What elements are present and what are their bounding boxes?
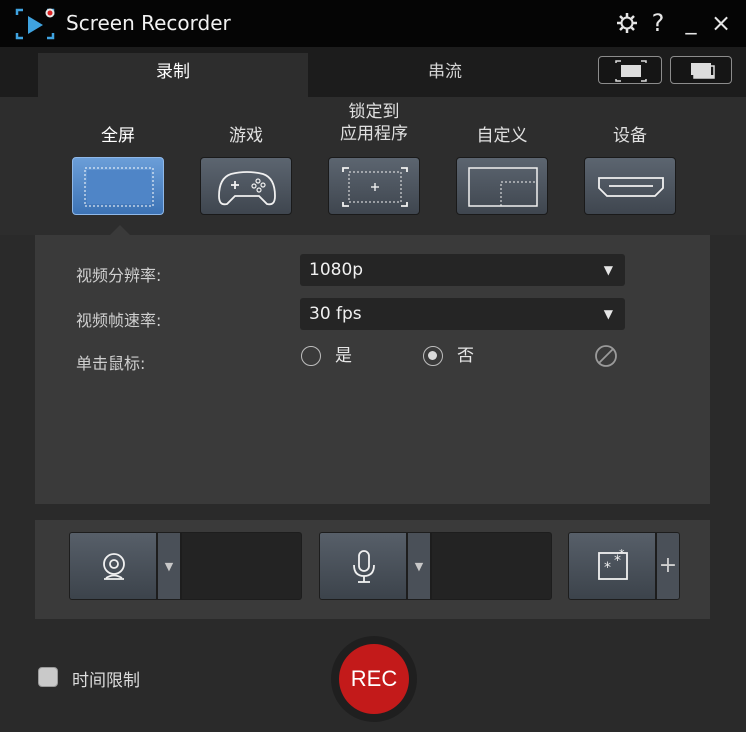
add-source-button[interactable]: +: [656, 532, 680, 600]
close-button[interactable]: ×: [708, 8, 734, 38]
click-no-label: 否: [457, 346, 474, 366]
microphone-dropdown-button[interactable]: ▼: [407, 532, 431, 600]
title-bar: Screen Recorder ? _ ×: [0, 0, 746, 47]
mode-label: 自定义: [476, 126, 528, 146]
click-yes-label: 是: [335, 346, 352, 366]
lock-to-app-icon[interactable]: [328, 157, 420, 215]
mode-label: 全屏: [101, 126, 135, 146]
resolution-label: 视频分辨率:: [76, 266, 162, 285]
mode-label: 游戏: [229, 126, 263, 146]
help-button[interactable]: ?: [648, 8, 668, 38]
time-limit-label: 时间限制: [72, 671, 140, 691]
svg-text:*: *: [604, 560, 611, 576]
framerate-label: 视频帧速率:: [76, 311, 162, 330]
resolution-value: 1080p: [309, 260, 364, 280]
tab-stream[interactable]: 串流: [310, 53, 580, 97]
capture-mode-selector: 全屏 游戏 锁定到 应用程序 自定义 设备: [0, 97, 746, 235]
mouse-click-label: 单击鼠标:: [76, 354, 146, 373]
click-yes-radio[interactable]: [301, 346, 321, 366]
tab-record[interactable]: 录制: [38, 53, 308, 97]
app-title: Screen Recorder: [66, 11, 231, 35]
tab-bar: 录制 串流: [0, 47, 746, 97]
microphone-device-field[interactable]: [431, 532, 552, 600]
svg-text:*: *: [619, 547, 625, 560]
custom-area-icon[interactable]: [456, 157, 548, 215]
time-limit-checkbox[interactable]: [38, 667, 58, 687]
gear-icon[interactable]: [614, 8, 640, 38]
resolution-dropdown[interactable]: 1080p ▼: [300, 254, 625, 286]
full-view-button[interactable]: [598, 56, 662, 84]
app-logo-icon: [15, 8, 55, 40]
minimize-button[interactable]: _: [680, 8, 702, 38]
mini-view-icon: [691, 63, 715, 79]
mode-label: 锁定到 应用程序: [340, 102, 408, 144]
hdmi-device-icon[interactable]: [584, 157, 676, 215]
settings-panel: 视频分辨率: 1080p ▼ 视频帧速率: 30 fps ▼ 单击鼠标: 是 否: [35, 235, 710, 504]
webcam-device-field[interactable]: [181, 532, 302, 600]
disabled-icon: [595, 345, 617, 367]
microphone-icon: [353, 550, 375, 583]
mode-label: 设备: [613, 126, 647, 146]
microphone-button[interactable]: [319, 532, 407, 600]
full-view-icon: [615, 60, 647, 82]
fullscreen-icon[interactable]: [72, 157, 164, 215]
webcam-button[interactable]: [69, 532, 157, 600]
mini-view-button[interactable]: [670, 56, 732, 84]
source-bar: ▼ ▼ * * * +: [35, 520, 710, 619]
gamepad-icon[interactable]: [200, 157, 292, 215]
chevron-down-icon: ▼: [603, 307, 613, 321]
active-mode-pointer: [110, 225, 130, 235]
framerate-value: 30 fps: [309, 304, 362, 324]
click-no-radio[interactable]: [423, 346, 443, 366]
webcam-icon: [103, 553, 125, 580]
framerate-dropdown[interactable]: 30 fps ▼: [300, 298, 625, 330]
effects-icon: * * *: [598, 547, 628, 580]
effects-button[interactable]: * * *: [568, 532, 656, 600]
record-button[interactable]: REC: [339, 644, 409, 714]
webcam-dropdown-button[interactable]: ▼: [157, 532, 181, 600]
chevron-down-icon: ▼: [603, 263, 613, 277]
